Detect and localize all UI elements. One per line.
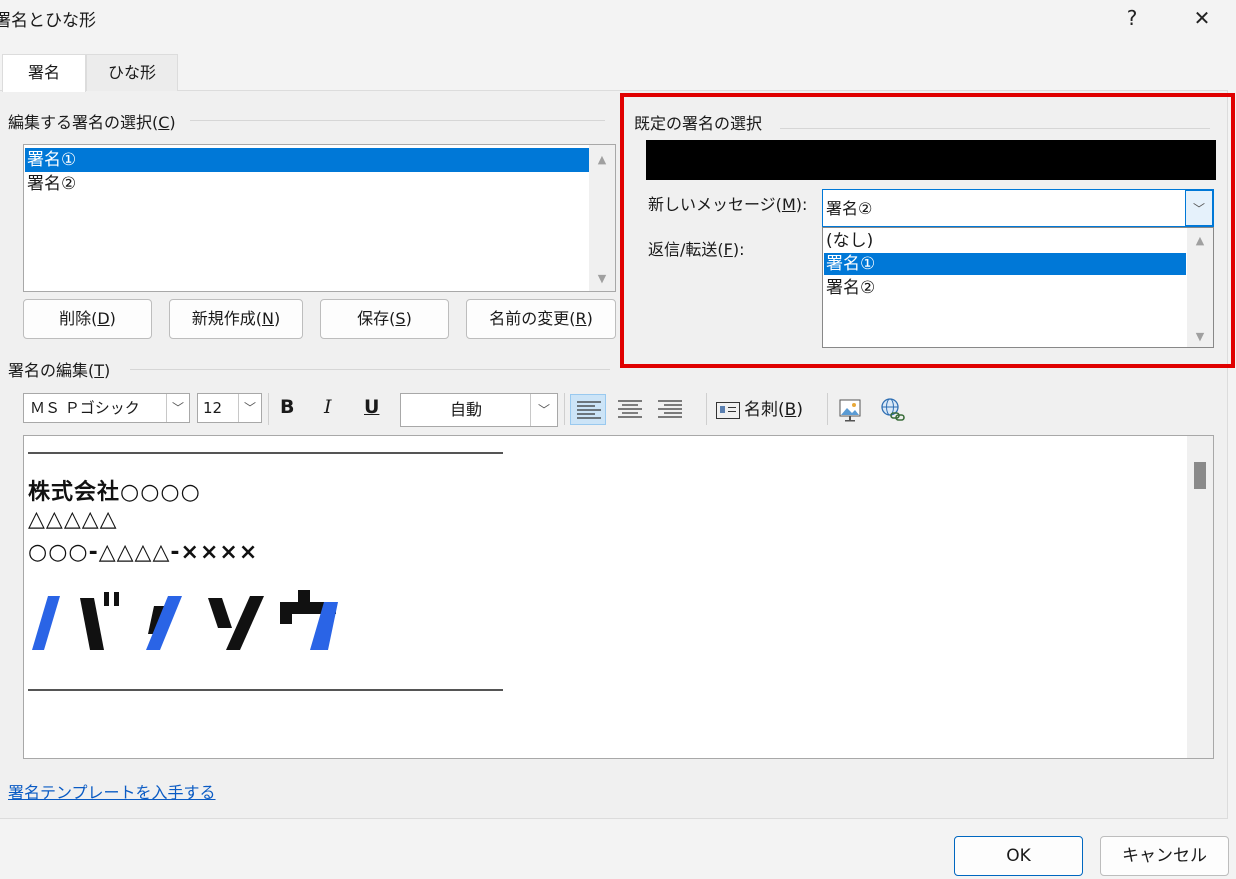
signature-list[interactable]: 署名① 署名② ▲ ▼: [23, 144, 616, 292]
scroll-up-icon[interactable]: ▲: [589, 153, 615, 166]
scroll-down-icon[interactable]: ▼: [589, 272, 615, 285]
hyperlink-icon[interactable]: [878, 396, 906, 424]
align-left-icon[interactable]: [570, 394, 606, 425]
toolbar-separator: [706, 393, 707, 425]
signature-top-rule: [28, 452, 503, 454]
editor-scrollbar[interactable]: [1187, 436, 1213, 758]
highlight-frame: [620, 93, 1235, 368]
close-button[interactable]: ✕: [1182, 4, 1222, 34]
business-card-icon: [716, 401, 740, 419]
underline-icon[interactable]: U: [364, 396, 379, 418]
help-button[interactable]: ?: [1112, 4, 1152, 34]
save-button[interactable]: 保存(S): [320, 299, 449, 339]
color-select[interactable]: 自動 ﹀: [400, 393, 558, 427]
signature-company: 株式会社○○○○: [28, 480, 201, 505]
insert-picture-icon[interactable]: [837, 396, 865, 424]
select-signature-label: 編集する署名の選択(C): [8, 109, 182, 133]
signature-bottom-rule: [28, 689, 503, 691]
align-right-icon[interactable]: [652, 394, 688, 425]
font-value: ＭＳ Ｐゴシック: [30, 399, 140, 417]
chevron-down-icon[interactable]: ﹀: [238, 394, 261, 422]
business-card-button[interactable]: 名刺(B): [716, 396, 803, 424]
get-templates-link[interactable]: 署名テンプレートを入手する: [8, 779, 216, 803]
edit-signature-label: 署名の編集(T): [8, 357, 117, 381]
delete-button[interactable]: 削除(D): [23, 299, 152, 339]
signature-phone: ○○○-△△△△-××××: [28, 540, 259, 565]
font-size-select[interactable]: 12 ﹀: [197, 393, 262, 423]
font-select[interactable]: ＭＳ Ｐゴシック ﹀: [23, 393, 190, 423]
list-scrollbar[interactable]: ▲ ▼: [589, 145, 615, 291]
list-item[interactable]: 署名②: [25, 172, 589, 196]
ok-button[interactable]: OK: [954, 836, 1083, 876]
title-bar: [0, 0, 1236, 40]
tab-stationery[interactable]: ひな形: [86, 54, 178, 91]
signature-editor[interactable]: 株式会社○○○○ △△△△△ ○○○-△△△△-××××: [23, 435, 1214, 759]
color-value: 自動: [449, 400, 482, 419]
group-divider: [190, 120, 605, 121]
toolbar-separator: [827, 393, 828, 425]
new-button[interactable]: 新規作成(N): [169, 299, 303, 339]
chevron-down-icon[interactable]: ﹀: [530, 394, 557, 426]
font-size-value: 12: [203, 399, 223, 417]
rename-button[interactable]: 名前の変更(R): [466, 299, 616, 339]
scroll-thumb[interactable]: [1194, 462, 1206, 489]
window-title: 署名とひな形: [0, 11, 96, 31]
company-logo: [28, 588, 358, 658]
group-divider: [130, 369, 610, 370]
italic-icon[interactable]: I: [324, 396, 332, 418]
tab-signature[interactable]: 署名: [2, 54, 86, 92]
align-center-icon[interactable]: [612, 394, 648, 425]
cancel-button[interactable]: キャンセル: [1100, 836, 1229, 876]
toolbar-separator: [564, 393, 565, 425]
list-item[interactable]: 署名①: [25, 148, 589, 172]
signature-line2: △△△△△: [28, 507, 118, 532]
chevron-down-icon[interactable]: ﹀: [166, 394, 189, 422]
bold-icon[interactable]: B: [280, 396, 294, 418]
toolbar-separator: [268, 393, 269, 425]
